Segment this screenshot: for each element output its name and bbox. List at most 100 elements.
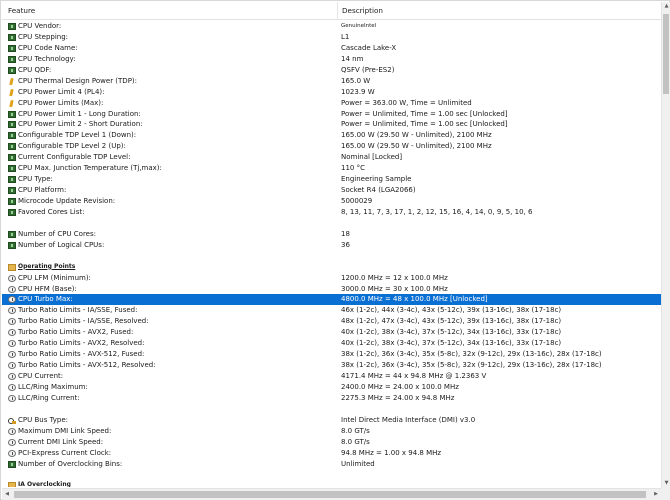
- clock-icon: [8, 274, 16, 282]
- chip-icon: [8, 154, 16, 162]
- list-item[interactable]: Favored Cores List: 8, 13, 11, 7, 3, 17, …: [2, 207, 661, 218]
- description-value: 38x (1-2c), 36x (3-4c), 35x (5-8c), 32x …: [341, 361, 602, 370]
- chip-icon: [8, 187, 16, 195]
- list-item[interactable]: Configurable TDP Level 2 (Up): 165.00 W (…: [2, 141, 661, 152]
- list-item[interactable]: Maximum DMI Link Speed: 8.0 GT/s: [2, 426, 661, 437]
- description-value: GenuineIntel: [341, 23, 377, 29]
- list-item[interactable]: CPU Platform: Socket R4 (LGA2066): [2, 185, 661, 196]
- vertical-scrollbar[interactable]: ▲ ▼: [661, 2, 670, 488]
- chip-icon: [8, 23, 16, 30]
- feature-label: Turbo Ratio Limits - IA/SSE, Resolved:: [18, 317, 149, 326]
- clock-icon: [8, 427, 16, 435]
- list-item[interactable]: LLC/Ring Maximum: 2400.0 MHz = 24.00 x 10…: [2, 382, 661, 393]
- list-item[interactable]: CPU Current: 4171.4 MHz = 44 x 94.8 MHz @…: [2, 371, 661, 382]
- list-item[interactable]: Turbo Ratio Limits - AVX-512, Fused: 38x …: [2, 349, 661, 360]
- list-item[interactable]: CPU Bus Type: Intel Direct Media Interfac…: [2, 415, 661, 426]
- chip-icon: [8, 165, 16, 173]
- feature-label: Number of CPU Cores:: [18, 229, 96, 238]
- horizontal-scrollbar[interactable]: ◀ ▶: [2, 488, 661, 500]
- feature-label: LLC/Ring Maximum:: [18, 382, 88, 391]
- list-item[interactable]: CPU Stepping: L1: [2, 32, 661, 43]
- list-item[interactable]: Configurable TDP Level 1 (Down): 165.00 W…: [2, 130, 661, 141]
- scroll-right-icon[interactable]: ▶: [651, 489, 661, 500]
- description-value: 110 °C: [341, 164, 365, 173]
- chip-icon: [8, 66, 16, 74]
- list-item[interactable]: Number of CPU Cores: 18: [2, 229, 661, 240]
- list-item[interactable]: Turbo Ratio Limits - IA/SSE, Resolved: 48…: [2, 316, 661, 327]
- bus-icon: [8, 417, 16, 424]
- section-header[interactable]: Operating Points: [2, 262, 661, 273]
- vertical-scroll-thumb[interactable]: [663, 14, 669, 94]
- clock-icon: [8, 340, 16, 348]
- description-value: 14 nm: [341, 54, 364, 63]
- description-value: 165.00 W (29.50 W - Unlimited), 2100 MHz: [341, 142, 492, 151]
- description-value: 40x (1-2c), 38x (3-4c), 37x (5-12c), 34x…: [341, 328, 562, 337]
- list-item[interactable]: CPU Technology: 14 nm: [2, 54, 661, 65]
- feature-label: CPU Current:: [18, 372, 64, 380]
- description-value: 165.0 W: [341, 76, 371, 85]
- list-item[interactable]: Turbo Ratio Limits - AVX-512, Resolved: 3…: [2, 360, 661, 371]
- description-value: Cascade Lake-X: [341, 43, 397, 52]
- list-item[interactable]: Number of Logical CPUs: 36: [2, 240, 661, 251]
- list-item[interactable]: Microcode Update Revision: 5000029: [2, 196, 661, 207]
- list-item[interactable]: CPU Power Limits (Max): Power = 363.00 W,…: [2, 98, 661, 109]
- feature-label: Turbo Ratio Limits - AVX2, Fused:: [18, 328, 134, 337]
- feature-label: Turbo Ratio Limits - AVX-512, Resolved:: [18, 361, 156, 370]
- list-item[interactable]: CPU Max. Junction Temperature (Tj,max): 1…: [2, 163, 661, 174]
- section-header[interactable]: IA Overclocking: [2, 480, 661, 487]
- description-value: Power = 363.00 W, Time = Unlimited: [341, 98, 472, 107]
- list-item[interactable]: Number of Overclocking Bins: Unlimited: [2, 459, 661, 470]
- description-value: 38x (1-2c), 36x (3-4c), 35x (5-8c), 32x …: [341, 350, 602, 359]
- feature-label: CPU Platform:: [18, 186, 67, 195]
- chip-icon: [8, 110, 16, 118]
- folder-icon: [8, 482, 16, 487]
- scroll-down-icon[interactable]: ▼: [662, 479, 670, 488]
- scroll-up-icon[interactable]: ▲: [662, 2, 670, 11]
- list-item[interactable]: CPU Power Limit 4 (PL4): 1023.9 W: [2, 87, 661, 98]
- list-header: Feature Description: [2, 2, 661, 20]
- description-value: 8.0 GT/s: [341, 426, 370, 435]
- feature-label: CPU Technology:: [18, 54, 76, 63]
- feature-label: CPU Type:: [18, 175, 53, 184]
- list-item[interactable]: Turbo Ratio Limits - IA/SSE, Fused: 46x (…: [2, 305, 661, 316]
- list-item[interactable]: CPU LFM (Minimum): 1200.0 MHz = 12 x 100.…: [2, 273, 661, 284]
- list-item[interactable]: Current DMI Link Speed: 8.0 GT/s: [2, 437, 661, 448]
- list-item[interactable]: Turbo Ratio Limits - AVX2, Fused: 40x (1-…: [2, 327, 661, 338]
- list-item[interactable]: CPU Power Limit 2 - Short Duration: Power…: [2, 119, 661, 130]
- feature-label: LLC/Ring Current:: [18, 393, 80, 402]
- feature-label: CPU Power Limit 1 - Long Duration:: [18, 109, 141, 118]
- list-item[interactable]: PCI-Express Current Clock: 94.8 MHz = 1.0…: [2, 448, 661, 459]
- feature-label: CPU Vendor:: [18, 22, 62, 30]
- list-item[interactable]: Turbo Ratio Limits - AVX2, Resolved: 40x …: [2, 338, 661, 349]
- description-value: Nominal [Locked]: [341, 153, 403, 162]
- feature-label: Microcode Update Revision:: [18, 197, 116, 205]
- list-item[interactable]: CPU Type: Engineering Sample: [2, 174, 661, 185]
- description-value: Socket R4 (LGA2066): [341, 186, 416, 195]
- column-header-description[interactable]: Description: [342, 2, 660, 20]
- list-item[interactable]: CPU Code Name: Cascade Lake-X: [2, 43, 661, 54]
- horizontal-scroll-thumb[interactable]: [14, 491, 646, 498]
- folder-icon: [8, 263, 16, 271]
- feature-label: CPU Max. Junction Temperature (Tj,max):: [18, 164, 162, 173]
- list-item[interactable]: CPU HFM (Base): 3000.0 MHz = 30 x 100.0 M…: [2, 284, 661, 295]
- sensor-list-panel: Feature Description CPU Vendor: GenuineIn…: [0, 0, 670, 500]
- feature-label: CPU Code Name:: [18, 43, 78, 52]
- feature-label: CPU LFM (Minimum):: [18, 273, 91, 282]
- description-value: 4171.4 MHz = 44 x 94.8 MHz @ 1.2363 V: [341, 372, 487, 380]
- list-item[interactable]: Current Configurable TDP Level: Nominal […: [2, 152, 661, 163]
- list-item[interactable]: CPU Power Limit 1 - Long Duration: Power …: [2, 109, 661, 120]
- chip-icon: [8, 230, 16, 238]
- list-item[interactable]: LLC/Ring Current: 2275.3 MHz = 24.00 x 94…: [2, 393, 661, 404]
- description-value: 3000.0 MHz = 30 x 100.0 MHz: [341, 284, 448, 293]
- list-item[interactable]: CPU Turbo Max: 4800.0 MHz = 48 x 100.0 MH…: [2, 294, 661, 306]
- feature-label: Turbo Ratio Limits - AVX2, Resolved:: [18, 339, 145, 348]
- list-item[interactable]: CPU Vendor: GenuineIntel: [2, 21, 661, 32]
- description-value: 46x (1-2c), 44x (3-4c), 43x (5-12c), 39x…: [341, 306, 562, 315]
- scroll-left-icon[interactable]: ◀: [2, 489, 12, 500]
- feature-label: Turbo Ratio Limits - IA/SSE, Fused:: [18, 306, 138, 315]
- feature-label: IA Overclocking: [18, 481, 71, 487]
- list-item[interactable]: CPU QDF: QSFV (Pre-ES2): [2, 65, 661, 76]
- column-header-feature[interactable]: Feature: [8, 2, 338, 20]
- list-item[interactable]: CPU Thermal Design Power (TDP): 165.0 W: [2, 76, 661, 87]
